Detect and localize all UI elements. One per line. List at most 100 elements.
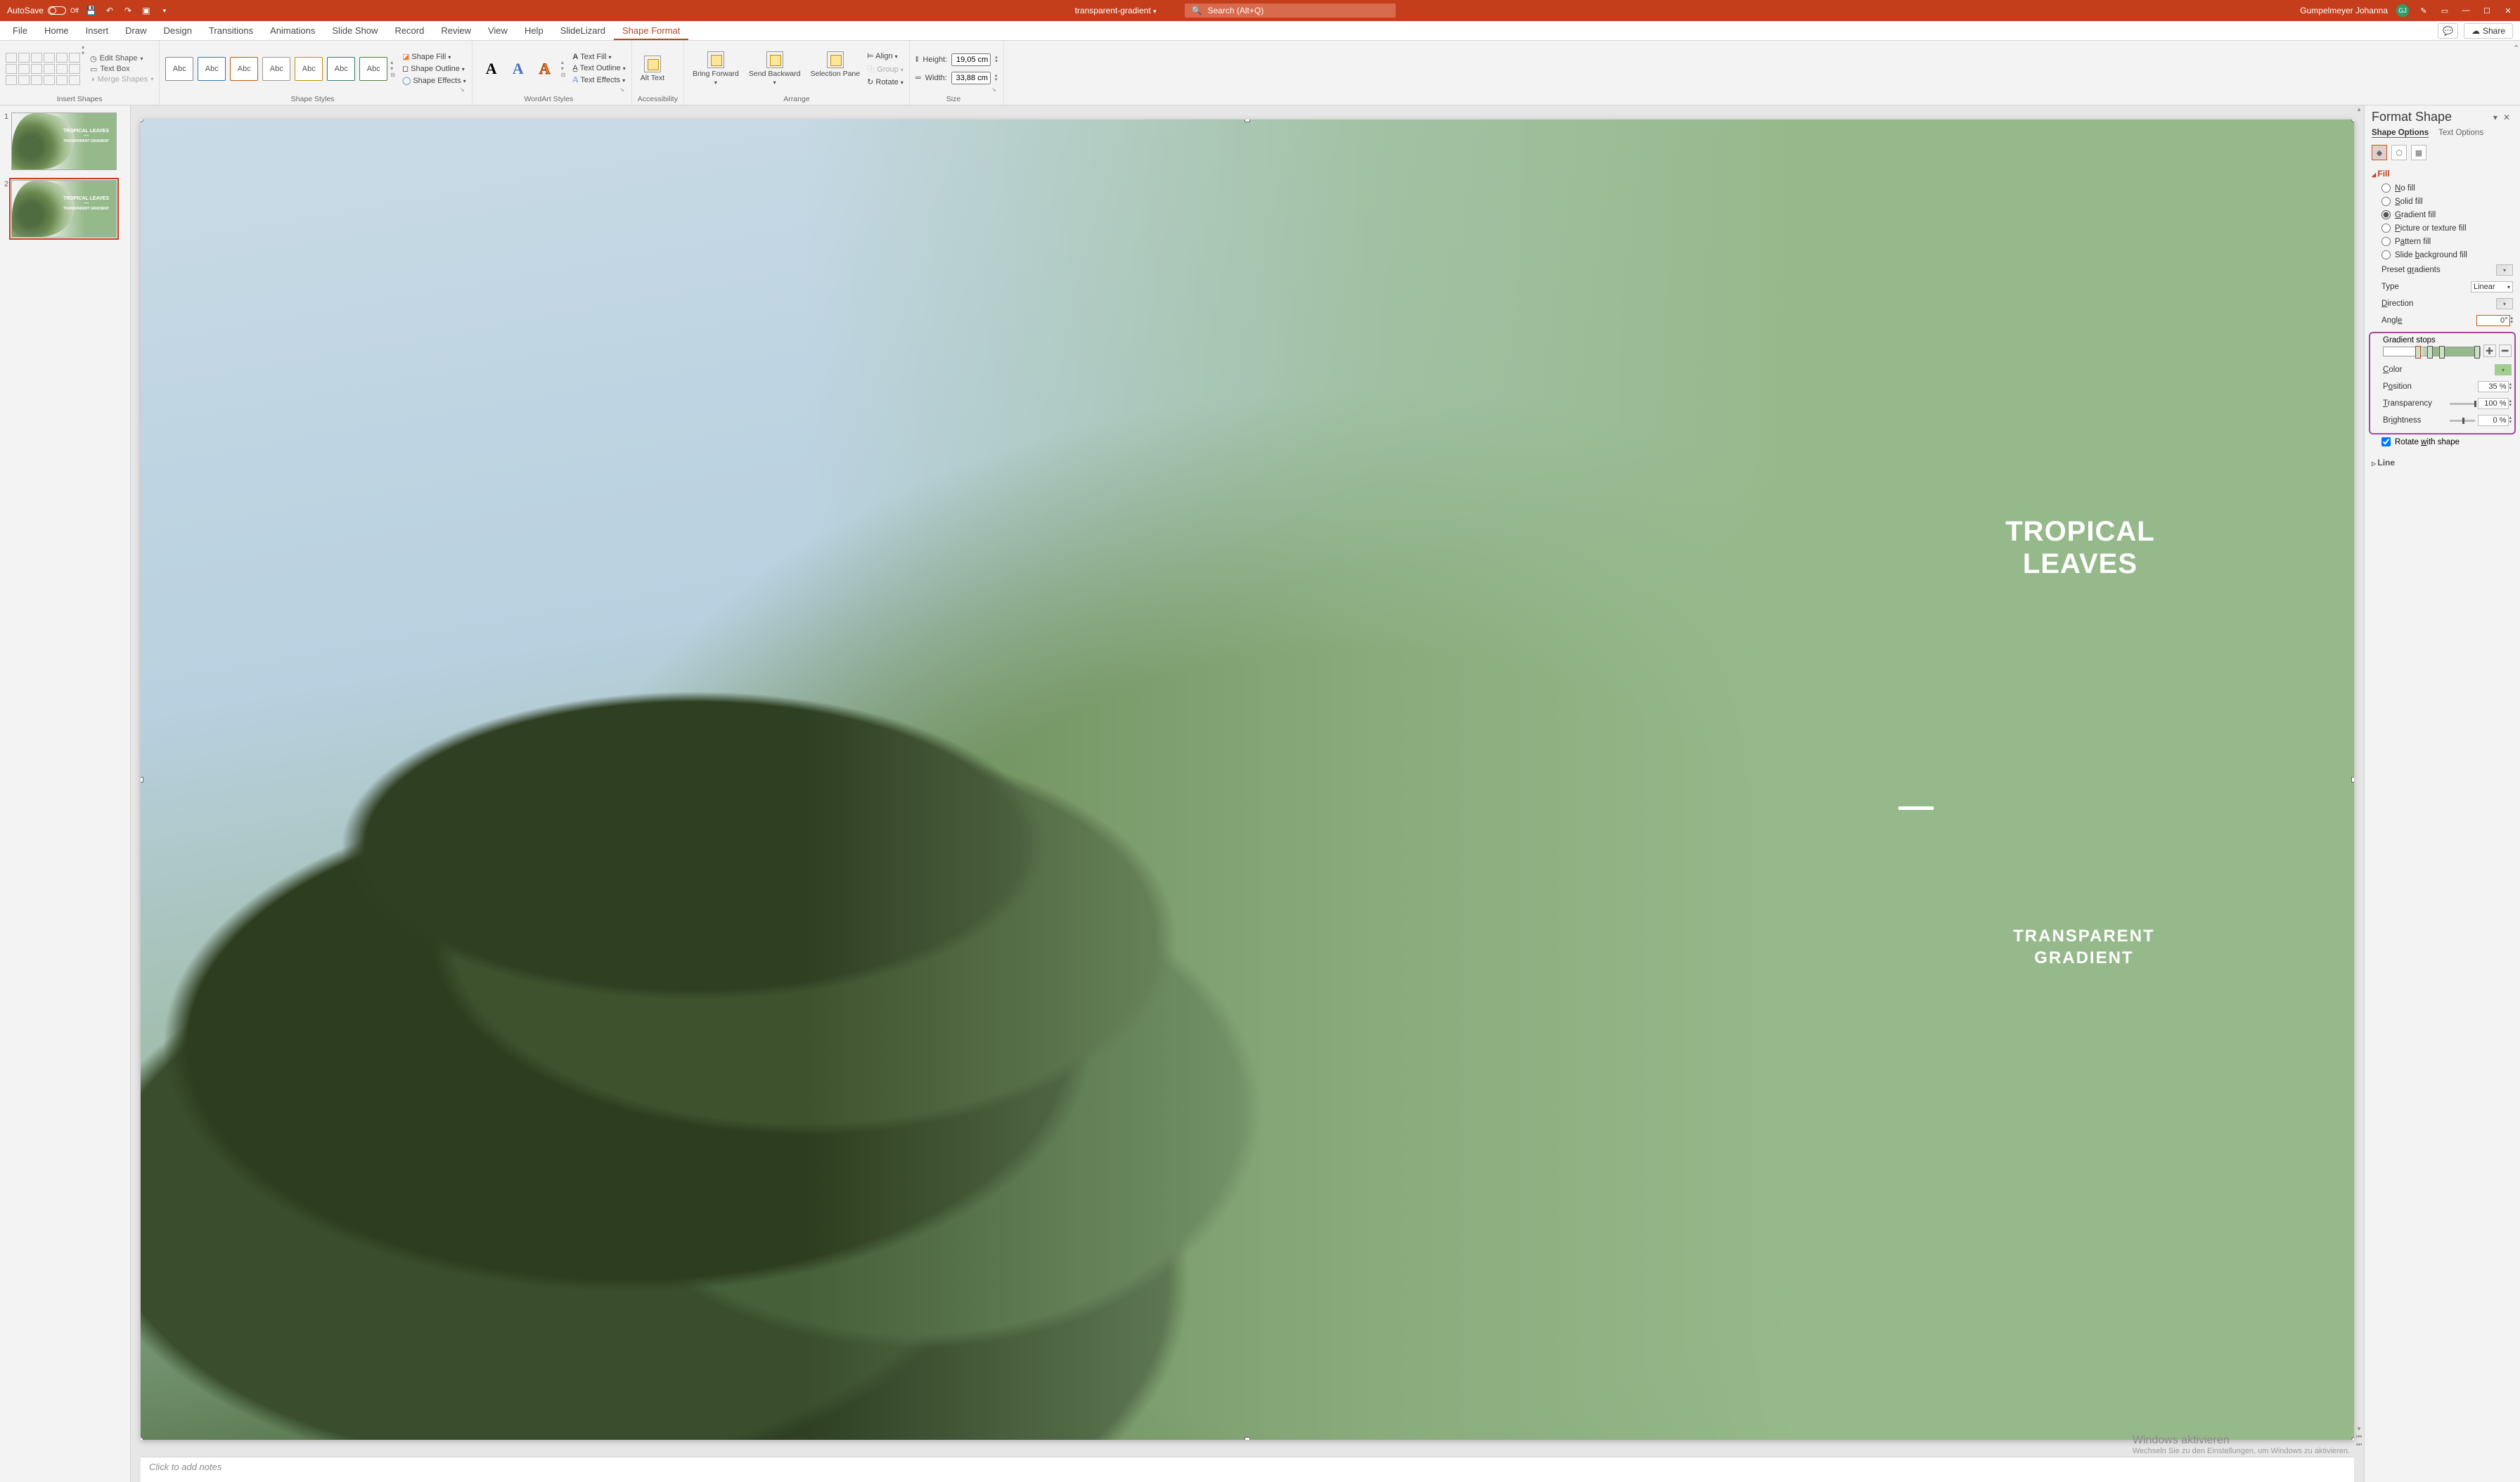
spinner-icon[interactable]: ▴▾ (2510, 316, 2513, 325)
tab-design[interactable]: Design (155, 22, 200, 40)
close-icon[interactable]: ✕ (2502, 6, 2514, 15)
bring-forward-button[interactable]: Bring Forward▾ (690, 50, 742, 87)
comments-button[interactable]: 💬 (2438, 23, 2458, 39)
spinner-icon[interactable]: ▴▾ (995, 56, 998, 64)
vertical-scrollbar[interactable]: ▴ ▾⏮⏭ (2354, 105, 2364, 1448)
tab-shape-options[interactable]: Shape Options (2372, 129, 2429, 138)
resize-handle[interactable] (1245, 120, 1250, 122)
line-section-header[interactable]: Line (2372, 455, 2513, 470)
style-thumb[interactable]: Abc (295, 57, 323, 81)
style-thumb[interactable]: Abc (327, 57, 355, 81)
tab-draw[interactable]: Draw (117, 22, 155, 40)
rotate-with-shape-checkbox[interactable]: Rotate with shape (2372, 434, 2513, 449)
wordart-thumb[interactable]: A (478, 57, 505, 81)
send-backward-button[interactable]: Send Backward▾ (746, 50, 804, 87)
position-input[interactable]: 35 % (2478, 381, 2509, 392)
style-thumb[interactable]: Abc (198, 57, 226, 81)
tab-home[interactable]: Home (36, 22, 77, 40)
height-input[interactable] (951, 53, 991, 66)
style-thumb[interactable]: Abc (359, 57, 387, 81)
dialog-launcher-icon[interactable]: ↘ (991, 86, 998, 103)
autosave-toggle[interactable]: AutoSave Off (7, 6, 79, 15)
dialog-launcher-icon[interactable]: ↘ (619, 86, 626, 103)
brightness-input[interactable]: 0 % (2478, 415, 2509, 426)
radio-gradient-fill[interactable]: Gradient fill (2372, 208, 2513, 221)
tab-file[interactable]: File (4, 22, 36, 40)
type-dropdown[interactable]: Linear▾ (2471, 281, 2513, 292)
fill-line-tab-icon[interactable]: ◆ (2372, 145, 2387, 160)
next-slide-icon[interactable]: ⏭ (2356, 1441, 2362, 1448)
shape-style-gallery[interactable]: Abc Abc Abc Abc Abc Abc Abc (165, 57, 387, 81)
slide-canvas[interactable]: TROPICALLEAVES TRANSPARENTGRADIENT ▴▾⏮⏭ … (131, 105, 2364, 1482)
shapes-gallery[interactable] (6, 53, 80, 85)
gradient-stops-bar[interactable] (2383, 347, 2481, 356)
gradient-stop[interactable] (2415, 346, 2421, 359)
group-button[interactable]: ⿻ Group ▾ (867, 63, 904, 75)
remove-gradient-stop-button[interactable]: ➖ (2499, 344, 2512, 357)
username-label[interactable]: Gumpelmeyer Johanna (2300, 6, 2388, 15)
collapse-ribbon-icon[interactable]: ⌃ (2510, 41, 2520, 105)
preset-gradients-dropdown[interactable]: ▾ (2496, 264, 2513, 276)
selection-pane-button[interactable]: Selection Pane (807, 50, 863, 87)
radio-slide-bg-fill[interactable]: Slide background fill (2372, 248, 2513, 262)
tab-slideshow[interactable]: Slide Show (323, 22, 386, 40)
align-button[interactable]: ⊨ Align ▾ (867, 51, 904, 60)
direction-dropdown[interactable]: ▾ (2496, 298, 2513, 309)
text-fill-button[interactable]: A Text Fill ▾ (572, 53, 625, 61)
fill-section-header[interactable]: Fill (2372, 166, 2513, 181)
transparency-input[interactable]: 100 % (2478, 398, 2509, 409)
wordart-thumb[interactable]: A (532, 57, 558, 81)
tab-shape-format[interactable]: Shape Format (614, 22, 688, 40)
spinner-icon[interactable]: ▴▾ (995, 74, 998, 82)
gradient-stop[interactable] (2474, 346, 2480, 359)
style-thumb[interactable]: Abc (165, 57, 193, 81)
pane-options-icon[interactable]: ▾ (2490, 111, 2500, 124)
text-outline-button[interactable]: A̲ Text Outline ▾ (572, 64, 625, 72)
style-thumb[interactable]: Abc (262, 57, 290, 81)
scroll-up-icon[interactable]: ▴ (2358, 105, 2361, 113)
redo-icon[interactable]: ↷ (122, 5, 134, 16)
save-icon[interactable]: 💾 (86, 5, 97, 16)
thumbnail-pane[interactable]: 1 TROPICAL LEAVES—TRANSPARENT GRADIENT 2… (0, 105, 131, 1482)
tab-help[interactable]: Help (516, 22, 552, 40)
qat-more-icon[interactable]: ▾ (159, 5, 170, 16)
spinner-icon[interactable]: ▴▾ (2509, 382, 2512, 391)
gradient-stop[interactable] (2427, 346, 2433, 359)
size-props-tab-icon[interactable]: ▦ (2411, 145, 2426, 160)
radio-pattern-fill[interactable]: Pattern fill (2372, 235, 2513, 248)
rotate-button[interactable]: ↻ Rotate ▾ (867, 77, 904, 86)
style-thumb[interactable]: Abc (230, 57, 258, 81)
tab-animations[interactable]: Animations (262, 22, 323, 40)
tab-slidelizard[interactable]: SlideLizard (552, 22, 614, 40)
resize-handle[interactable] (1245, 1437, 1250, 1440)
shape-fill-button[interactable]: ◪ Shape Fill ▾ (402, 52, 466, 61)
color-dropdown[interactable]: ▾ (2495, 364, 2512, 375)
add-gradient-stop-button[interactable]: ➕ (2483, 344, 2496, 357)
tab-record[interactable]: Record (386, 22, 432, 40)
brightness-slider[interactable] (2450, 420, 2475, 422)
wordart-thumb[interactable]: A (505, 57, 532, 81)
scroll-down-icon[interactable]: ▾ (2358, 1425, 2361, 1433)
tab-transitions[interactable]: Transitions (200, 22, 262, 40)
gradient-stop[interactable] (2439, 346, 2445, 359)
width-input[interactable] (951, 72, 991, 84)
maximize-icon[interactable]: ☐ (2481, 6, 2493, 15)
resize-handle[interactable] (141, 1437, 143, 1440)
spinner-icon[interactable]: ▴▾ (2509, 399, 2512, 408)
text-box-button[interactable]: ▭Text Box (90, 65, 153, 74)
slide-thumbnail[interactable]: 2 TROPICAL LEAVES—TRANSPARENT GRADIENT (4, 180, 126, 238)
tab-view[interactable]: View (480, 22, 516, 40)
spinner-icon[interactable]: ▴▾ (2509, 416, 2512, 425)
tab-review[interactable]: Review (432, 22, 480, 40)
resize-handle[interactable] (141, 777, 143, 782)
notes-pane[interactable]: Click to add notes (141, 1457, 2354, 1482)
angle-input[interactable]: 0° (2476, 315, 2510, 326)
tab-insert[interactable]: Insert (77, 22, 117, 40)
prev-slide-icon[interactable]: ⏮ (2356, 1433, 2362, 1441)
ribbon-mode-icon[interactable]: ▭ (2438, 6, 2451, 15)
radio-solid-fill[interactable]: Solid fill (2372, 195, 2513, 208)
resize-handle[interactable] (141, 120, 143, 122)
text-effects-button[interactable]: 𝔸 Text Effects ▾ (572, 75, 625, 84)
undo-icon[interactable]: ↶ (104, 5, 115, 16)
share-button[interactable]: ☁Share (2464, 23, 2513, 39)
